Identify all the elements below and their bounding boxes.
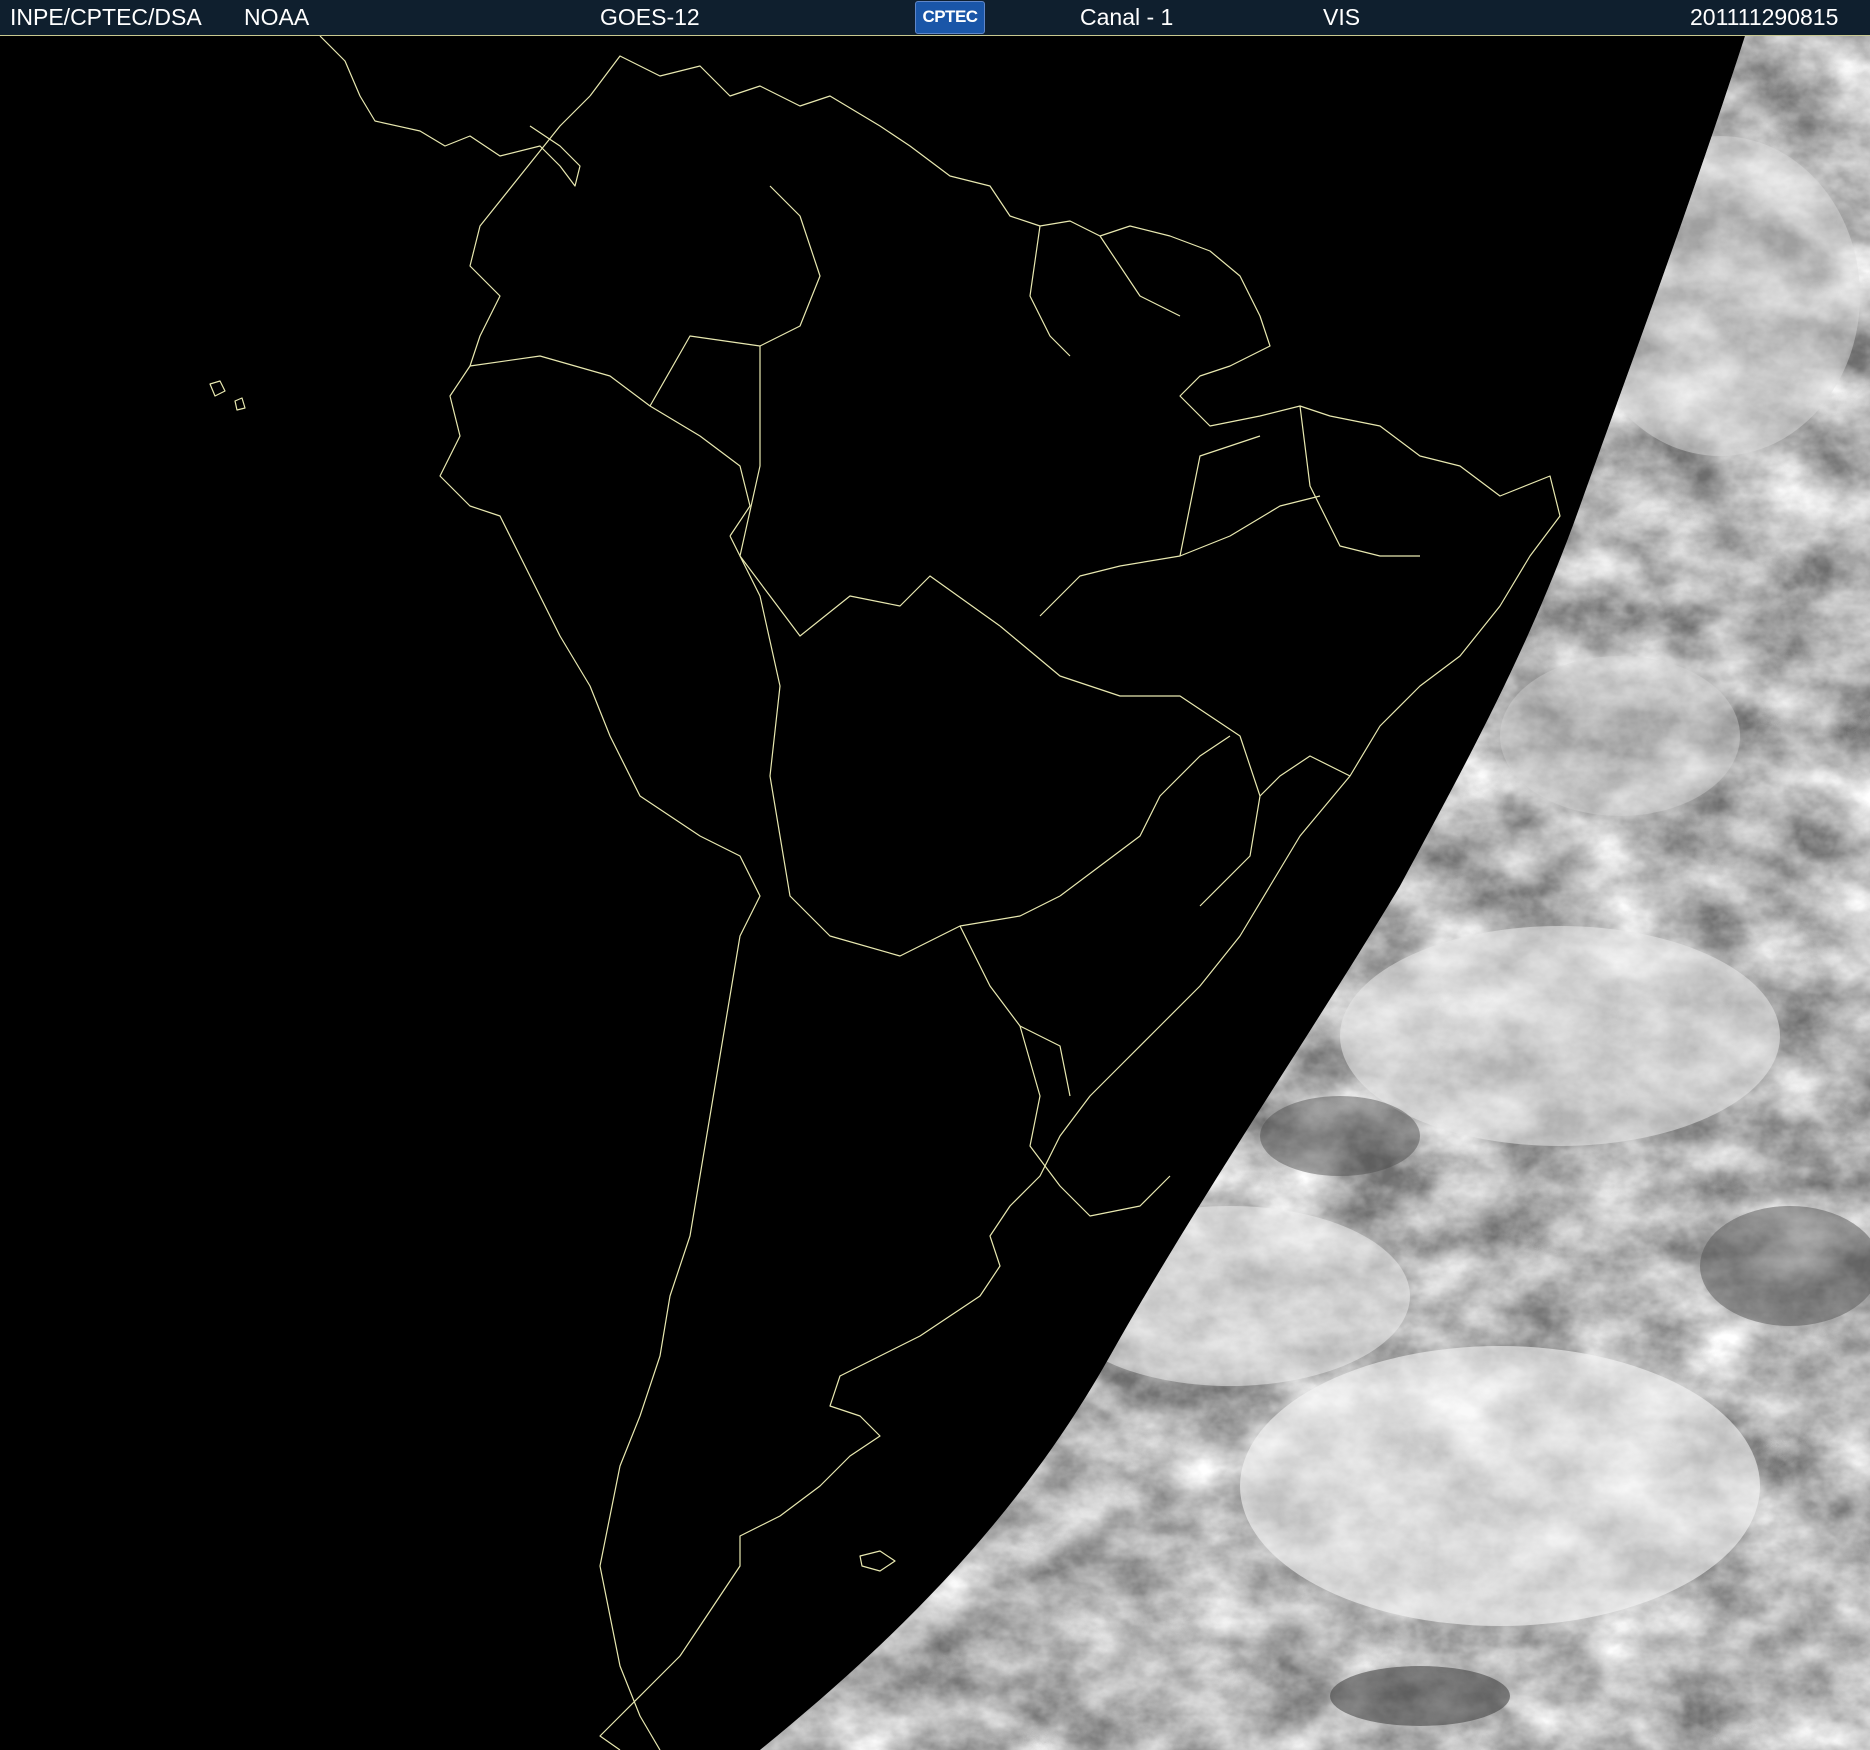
satellite-image bbox=[0, 36, 1870, 1750]
timestamp-label: 201111290815 bbox=[1690, 4, 1839, 30]
agency-label: NOAA bbox=[244, 4, 310, 30]
image-header-bar: INPE/CPTEC/DSA NOAA GOES-12 CPTEC Canal … bbox=[0, 0, 1870, 36]
band-label: VIS bbox=[1323, 4, 1361, 30]
logo-text: CPTEC bbox=[922, 7, 978, 26]
satellite-label: GOES-12 bbox=[600, 4, 700, 30]
institute-label: INPE/CPTEC/DSA bbox=[10, 4, 202, 30]
cptec-logo-icon: CPTEC bbox=[915, 1, 985, 34]
channel-label: Canal - 1 bbox=[1080, 4, 1174, 30]
